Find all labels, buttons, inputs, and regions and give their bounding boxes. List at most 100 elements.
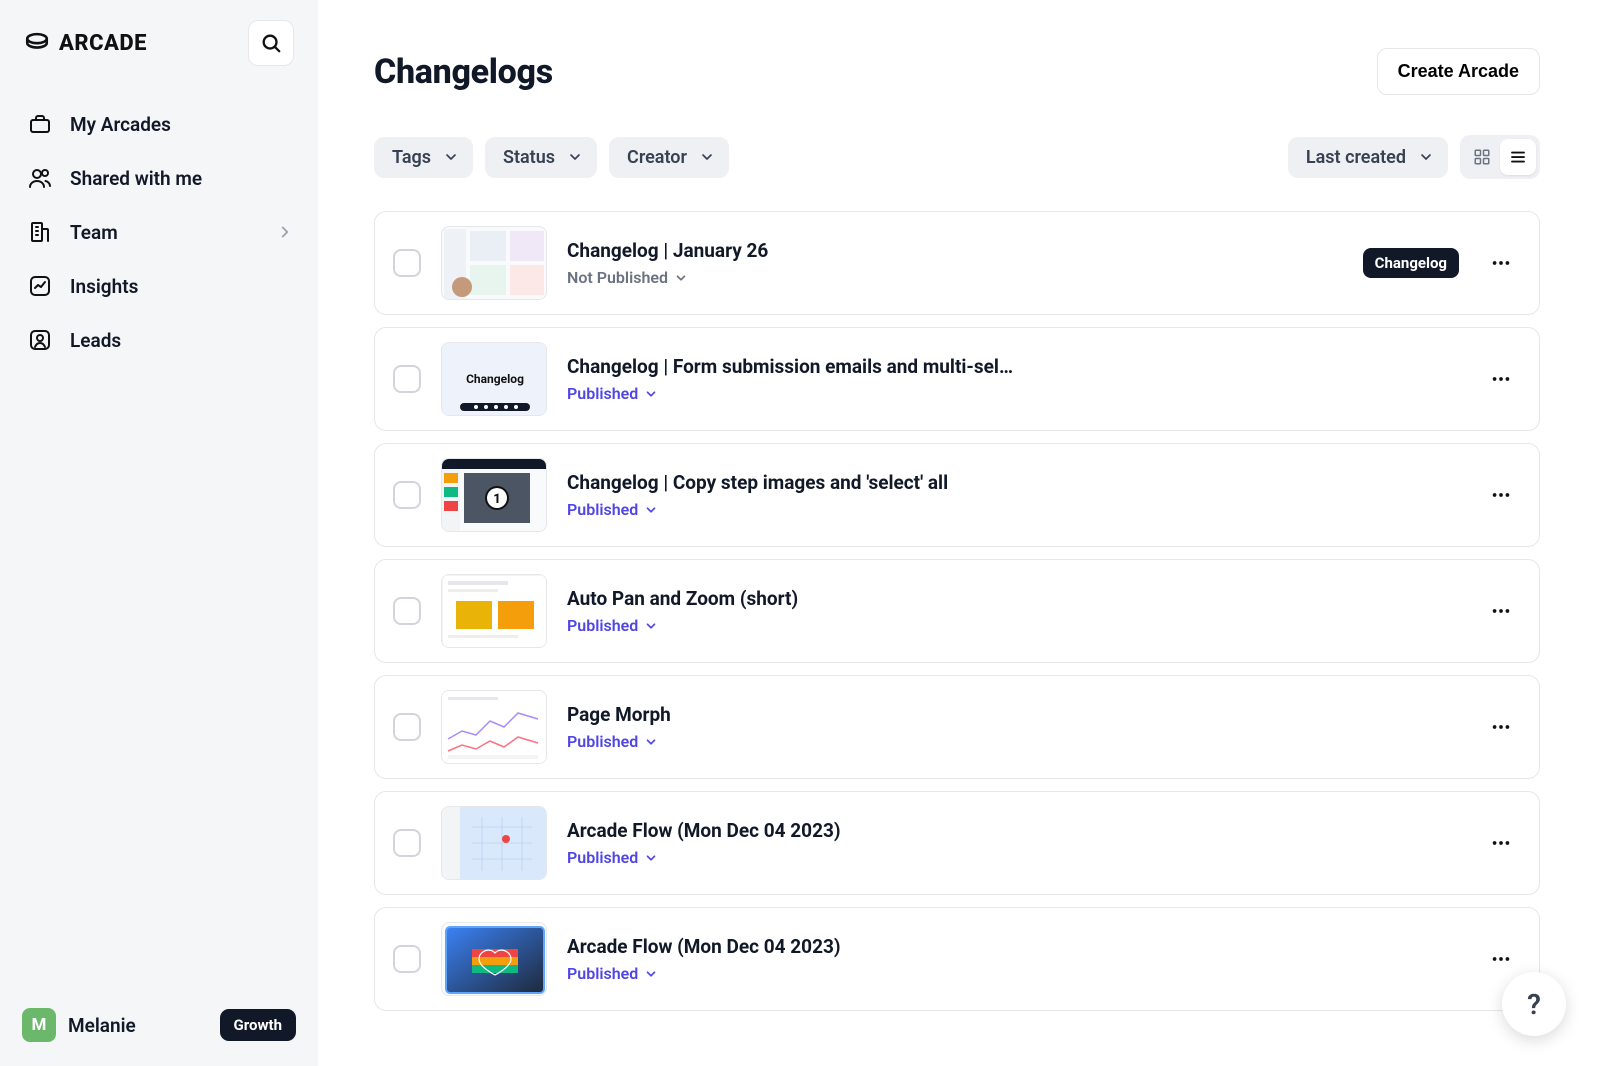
- chevron-down-icon: [567, 149, 583, 165]
- sidebar-item-insights[interactable]: Insights: [18, 262, 300, 310]
- row-more-button[interactable]: [1483, 593, 1519, 629]
- filter-creator[interactable]: Creator: [609, 137, 729, 178]
- status-label: Published: [567, 500, 638, 519]
- sidebar-item-my-arcades[interactable]: My Arcades: [18, 100, 300, 148]
- filter-tags[interactable]: Tags: [374, 137, 473, 178]
- help-icon: ?: [1527, 988, 1541, 1021]
- row-info: Auto Pan and Zoom (short) Published: [567, 587, 1463, 635]
- sidebar-item-label: Shared with me: [70, 167, 202, 190]
- row-checkbox[interactable]: [393, 481, 421, 509]
- svg-text:Changelog: Changelog: [466, 372, 524, 386]
- row-checkbox[interactable]: [393, 597, 421, 625]
- create-arcade-button[interactable]: Create Arcade: [1377, 48, 1540, 95]
- user-profile[interactable]: M Melanie: [22, 1008, 136, 1042]
- row-title: Arcade Flow (Mon Dec 04 2023): [567, 819, 1463, 842]
- more-icon: [1490, 832, 1512, 854]
- status-select[interactable]: Published: [567, 964, 1463, 983]
- row-checkbox[interactable]: [393, 713, 421, 741]
- status-select[interactable]: Published: [567, 616, 1463, 635]
- row-checkbox[interactable]: [393, 249, 421, 277]
- help-button[interactable]: ?: [1502, 972, 1566, 1036]
- sort-select[interactable]: Last created: [1288, 137, 1448, 178]
- view-toggle: [1460, 135, 1540, 179]
- row-thumbnail[interactable]: Changelog: [441, 342, 547, 416]
- logo-text: ARCADE: [59, 31, 147, 56]
- search-button[interactable]: [248, 20, 294, 66]
- search-icon: [260, 32, 282, 54]
- sidebar-item-shared[interactable]: Shared with me: [18, 154, 300, 202]
- status-select[interactable]: Published: [567, 500, 1463, 519]
- status-label: Not Published: [567, 268, 668, 287]
- row-tag-badge[interactable]: Changelog: [1363, 248, 1459, 278]
- arcade-row[interactable]: Arcade Flow (Mon Dec 04 2023) Published: [374, 907, 1540, 1011]
- row-thumbnail[interactable]: [441, 574, 547, 648]
- status-label: Published: [567, 732, 638, 751]
- more-icon: [1490, 252, 1512, 274]
- row-checkbox[interactable]: [393, 829, 421, 857]
- building-icon: [26, 220, 54, 244]
- row-title: Arcade Flow (Mon Dec 04 2023): [567, 935, 1463, 958]
- logo[interactable]: ARCADE: [24, 30, 147, 56]
- chevron-down-icon: [644, 503, 658, 517]
- nav: My Arcades Shared with me Team: [18, 100, 300, 364]
- sidebar-footer: M Melanie Growth: [18, 1002, 300, 1048]
- sidebar-item-leads[interactable]: Leads: [18, 316, 300, 364]
- row-checkbox[interactable]: [393, 365, 421, 393]
- filter-label: Tags: [392, 147, 431, 168]
- contact-icon: [26, 328, 54, 352]
- chevron-down-icon: [644, 851, 658, 865]
- sidebar-item-label: Team: [70, 221, 118, 244]
- filter-status[interactable]: Status: [485, 137, 597, 178]
- more-icon: [1490, 600, 1512, 622]
- sidebar-item-label: Leads: [70, 329, 121, 352]
- more-icon: [1490, 484, 1512, 506]
- row-title: Changelog | Copy step images and 'select…: [567, 471, 1463, 494]
- plan-badge[interactable]: Growth: [220, 1009, 296, 1041]
- row-thumbnail[interactable]: [441, 806, 547, 880]
- row-info: Arcade Flow (Mon Dec 04 2023) Published: [567, 935, 1463, 983]
- sidebar-item-team[interactable]: Team: [18, 208, 300, 256]
- arcade-row[interactable]: Arcade Flow (Mon Dec 04 2023) Published: [374, 791, 1540, 895]
- sidebar-item-label: My Arcades: [70, 113, 171, 136]
- row-title: Changelog | Form submission emails and m…: [567, 355, 1463, 378]
- grid-icon: [1473, 148, 1491, 166]
- list-icon: [1509, 148, 1527, 166]
- row-thumbnail[interactable]: [441, 922, 547, 996]
- row-info: Changelog | Copy step images and 'select…: [567, 471, 1463, 519]
- more-icon: [1490, 368, 1512, 390]
- logo-icon: [24, 30, 50, 56]
- filter-label: Creator: [627, 147, 687, 168]
- status-select[interactable]: Not Published: [567, 268, 1343, 287]
- row-info: Changelog | Form submission emails and m…: [567, 355, 1463, 403]
- row-info: Changelog | January 26 Not Published: [567, 239, 1343, 287]
- row-more-button[interactable]: [1483, 477, 1519, 513]
- row-thumbnail[interactable]: 1: [441, 458, 547, 532]
- row-more-button[interactable]: [1483, 825, 1519, 861]
- arcade-list: Changelog | January 26Not PublishedChang…: [374, 211, 1540, 1011]
- row-title: Page Morph: [567, 703, 1463, 726]
- row-more-button[interactable]: [1483, 245, 1519, 281]
- row-more-button[interactable]: [1483, 941, 1519, 977]
- more-icon: [1490, 716, 1512, 738]
- arcade-row[interactable]: Changelog | January 26Not PublishedChang…: [374, 211, 1540, 315]
- status-label: Published: [567, 616, 638, 635]
- status-select[interactable]: Published: [567, 384, 1463, 403]
- row-thumbnail[interactable]: [441, 226, 547, 300]
- row-info: Arcade Flow (Mon Dec 04 2023) Published: [567, 819, 1463, 867]
- arcade-row[interactable]: 1 Changelog | Copy step images and 'selec…: [374, 443, 1540, 547]
- chevron-down-icon: [644, 967, 658, 981]
- row-title: Auto Pan and Zoom (short): [567, 587, 1463, 610]
- row-more-button[interactable]: [1483, 361, 1519, 397]
- list-view-button[interactable]: [1500, 139, 1536, 175]
- row-thumbnail[interactable]: [441, 690, 547, 764]
- row-checkbox[interactable]: [393, 945, 421, 973]
- arcade-row[interactable]: Auto Pan and Zoom (short) Published: [374, 559, 1540, 663]
- row-more-button[interactable]: [1483, 709, 1519, 745]
- arcade-row[interactable]: Changelog Changelog | Form submission ema…: [374, 327, 1540, 431]
- grid-view-button[interactable]: [1464, 139, 1500, 175]
- row-title: Changelog | January 26: [567, 239, 1343, 262]
- status-select[interactable]: Published: [567, 848, 1463, 867]
- status-select[interactable]: Published: [567, 732, 1463, 751]
- sidebar: ARCADE My Arcades Sh: [0, 0, 318, 1066]
- arcade-row[interactable]: Page Morph Published: [374, 675, 1540, 779]
